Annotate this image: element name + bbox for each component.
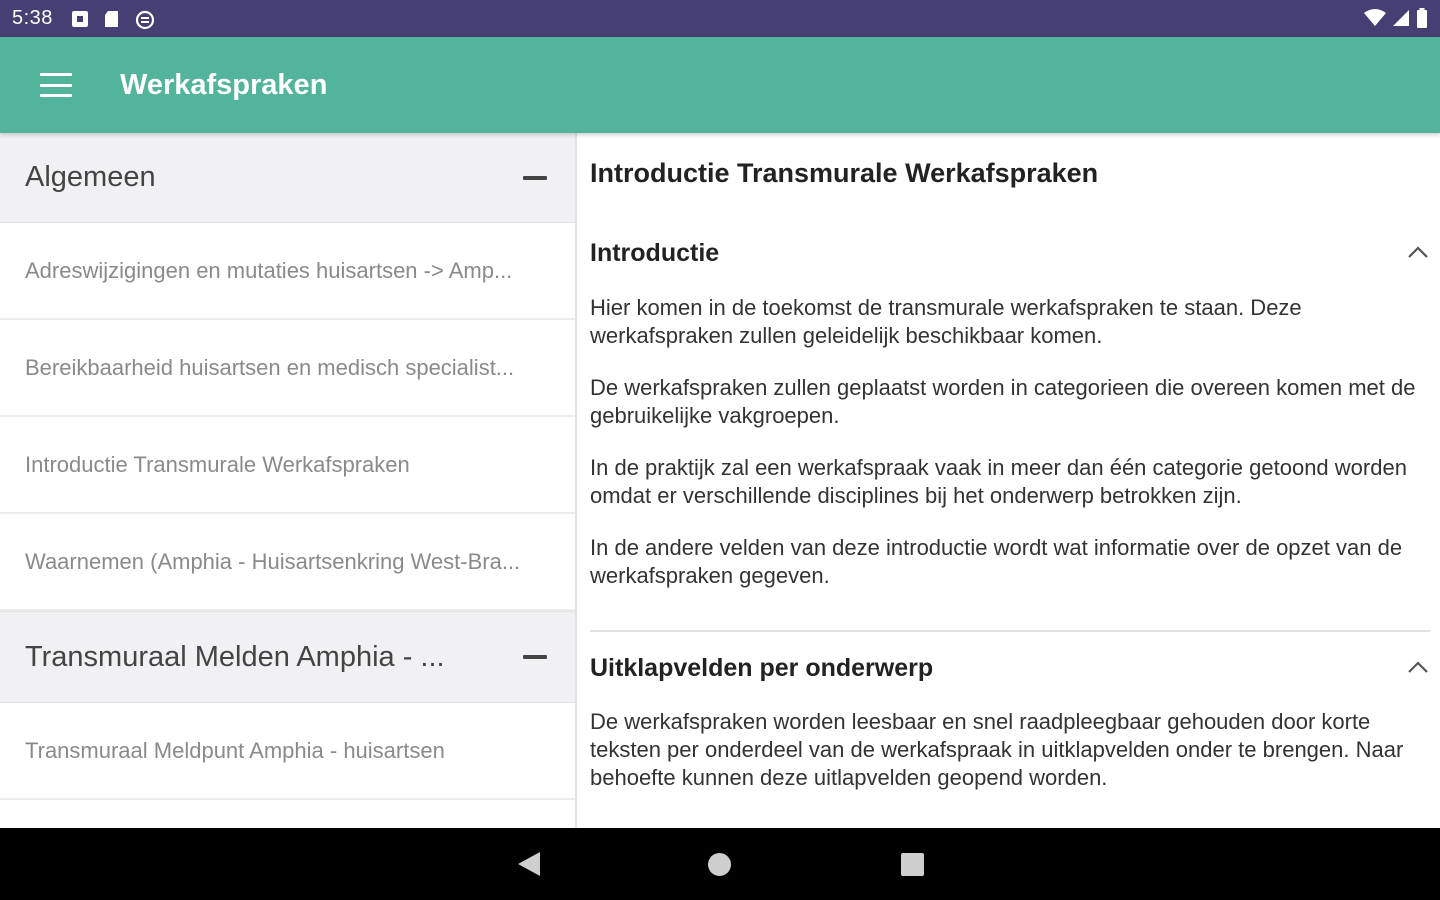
collapse-minus-icon[interactable] [523,655,547,659]
list-item-label: Bereikbaarheid huisartsen en medisch spe… [25,354,515,380]
app-title: Werkafspraken [120,68,328,101]
wifi-icon [1364,9,1386,32]
app-bar: Werkafspraken [0,37,1440,133]
section-body: Hier komen in de toekomst de transmurale… [590,294,1430,590]
section-body: De werkafspraken worden leesbaar en snel… [590,708,1430,792]
group-label: Transmuraal Melden Amphia - ... [25,640,445,673]
paragraph: In de andere velden van deze introductie… [590,535,1403,588]
chevron-up-icon[interactable] [1406,241,1430,265]
sync-icon [135,10,155,29]
list-item[interactable]: Introductie Transmurale Werkafspraken [0,417,575,514]
home-icon[interactable] [708,853,731,876]
status-bar: 5:38 [0,0,1440,37]
back-icon[interactable] [516,850,542,883]
detail-pane: Introductie Transmurale Werkafspraken In… [579,133,1440,828]
collapse-minus-icon[interactable] [523,175,547,180]
notification-icon [71,10,89,28]
section-header-introductie[interactable]: Introductie [590,236,1430,270]
recents-icon[interactable] [901,853,924,876]
list-item[interactable]: Transmuraal Meldpunt Amphia - huisartsen [0,703,575,800]
paragraph: Hier komen in de toekomst de transmurale… [590,295,1302,348]
group-header-algemeen[interactable]: Algemeen [0,133,575,223]
list-item-label: Waarnemen (Amphia - Huisartsenkring West… [25,548,521,574]
status-right-icons [1364,8,1428,33]
paragraph: De werkafspraken zullen geplaatst worden… [590,375,1416,428]
hamburger-menu-icon[interactable] [40,73,72,97]
section-header-uitklapvelden[interactable]: Uitklapvelden per onderwerp [590,652,1430,684]
paragraph: De werkafspraken worden leesbaar en snel… [590,709,1404,790]
chevron-up-icon[interactable] [1406,656,1430,680]
group-header-transmuraal[interactable]: Transmuraal Melden Amphia - ... [0,611,575,703]
battery-icon [1416,8,1428,33]
system-nav-bar [0,828,1440,900]
section-title: Introductie [590,238,720,267]
signal-icon [1392,9,1410,32]
list-item[interactable]: Waarnemen (Amphia - Huisartsenkring West… [0,514,575,611]
list-item[interactable]: Adreswijzigingen en mutaties huisartsen … [0,223,575,320]
status-time: 5:38 [12,7,53,29]
list-item-label: Transmuraal Meldpunt Amphia - huisartsen [25,737,445,763]
section-divider [590,630,1430,632]
group-label: Algemeen [25,161,156,193]
list-item-label: Introductie Transmurale Werkafspraken [25,451,410,477]
list-item[interactable]: Bereikbaarheid huisartsen en medisch spe… [0,320,575,417]
sd-card-icon [103,10,121,28]
list-item-label: Adreswijzigingen en mutaties huisartsen … [25,257,513,283]
sidebar-list: Algemeen Adreswijzigingen en mutaties hu… [0,133,577,828]
section-title: Uitklapvelden per onderwerp [590,653,934,682]
detail-title: Introductie Transmurale Werkafspraken [590,158,1099,188]
paragraph: In de praktijk zal een werkafspraak vaak… [590,455,1407,508]
